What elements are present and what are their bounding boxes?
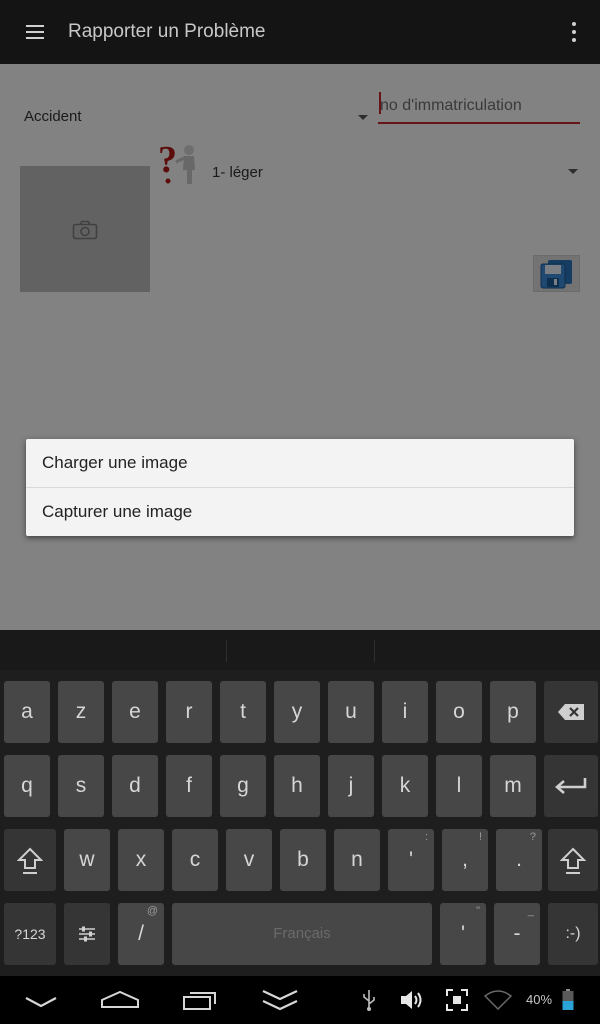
key-k[interactable]: k (382, 755, 428, 817)
key-g[interactable]: g (220, 755, 266, 817)
wifi-icon (484, 990, 512, 1010)
settings-key[interactable] (64, 903, 110, 965)
page-title: Rapporter un Problème (68, 21, 266, 42)
key-w[interactable]: w (64, 829, 110, 891)
apostrophe-key[interactable]: ' " (440, 903, 486, 965)
key-m[interactable]: m (490, 755, 536, 817)
symbols-key[interactable]: ?123 (4, 903, 56, 965)
collapse-double-chevron-icon[interactable] (261, 988, 299, 1012)
key-f[interactable]: f (166, 755, 212, 817)
recent-apps-icon[interactable] (182, 989, 218, 1011)
volume-icon[interactable] (400, 989, 426, 1011)
key-q[interactable]: q (4, 755, 50, 817)
load-image-option[interactable]: Charger une image (26, 439, 574, 487)
key-sub-label: ? (529, 831, 536, 843)
system-navigation-bar: 40% (0, 976, 600, 1024)
enter-icon (555, 778, 587, 794)
key-apostrophe-row3[interactable]: ' : (388, 829, 434, 891)
key-label: - (513, 922, 521, 945)
hide-keyboard-icon[interactable] (24, 995, 58, 1009)
key-label: ' (460, 922, 465, 945)
key-sub-label: : (424, 831, 428, 843)
hamburger-menu-icon[interactable] (18, 20, 54, 44)
key-sub-label: @ (146, 905, 158, 917)
key-t[interactable]: t (220, 681, 266, 743)
smiley-key[interactable]: :-) (548, 903, 598, 965)
shift-key-right[interactable] (548, 829, 598, 891)
key-comma[interactable]: , ! (442, 829, 488, 891)
suggestion-strip (0, 630, 600, 670)
sliders-icon (79, 926, 95, 942)
key-d[interactable]: d (112, 755, 158, 817)
dash-key[interactable]: - _ (494, 903, 540, 965)
key-e[interactable]: e (112, 681, 158, 743)
key-y[interactable]: y (274, 681, 320, 743)
slash-key[interactable]: / @ (118, 903, 164, 965)
overflow-menu-icon[interactable] (562, 20, 586, 44)
key-period[interactable]: . ? (496, 829, 542, 891)
image-source-dialog: Charger une image Capturer une image (26, 439, 574, 536)
shift-key-left[interactable] (4, 829, 56, 891)
key-c[interactable]: c (172, 829, 218, 891)
shift-icon (17, 847, 43, 874)
key-label: ' (408, 848, 413, 871)
key-v[interactable]: v (226, 829, 272, 891)
key-z[interactable]: z (58, 681, 104, 743)
key-l[interactable]: l (436, 755, 482, 817)
key-sub-label: " (476, 905, 480, 917)
backspace-icon (558, 704, 584, 720)
home-icon[interactable] (100, 990, 140, 1008)
space-bar[interactable]: Français (172, 903, 432, 965)
battery-percentage: 40% (526, 992, 553, 1007)
key-a[interactable]: a (4, 681, 50, 743)
usb-icon (363, 990, 375, 1011)
key-h[interactable]: h (274, 755, 320, 817)
capture-image-option[interactable]: Capturer une image (26, 488, 574, 536)
key-s[interactable]: s (58, 755, 104, 817)
app-bar: Rapporter un Problème (0, 0, 600, 64)
key-n[interactable]: n (334, 829, 380, 891)
screenshot-icon[interactable] (446, 989, 468, 1011)
backspace-key[interactable] (544, 681, 598, 743)
key-j[interactable]: j (328, 755, 374, 817)
key-u[interactable]: u (328, 681, 374, 743)
key-label: , (462, 848, 468, 871)
key-label: . (516, 848, 522, 871)
key-b[interactable]: b (280, 829, 326, 891)
key-label: / (138, 922, 144, 945)
key-x[interactable]: x (118, 829, 164, 891)
key-i[interactable]: i (382, 681, 428, 743)
battery-icon (562, 989, 574, 1010)
shift-icon (560, 847, 586, 874)
key-sub-label: _ (527, 905, 534, 917)
dialog-scrim[interactable] (0, 64, 600, 630)
key-r[interactable]: r (166, 681, 212, 743)
key-sub-label: ! (478, 831, 482, 843)
enter-key[interactable] (544, 755, 598, 817)
key-p[interactable]: p (490, 681, 536, 743)
soft-keyboard: a z e r t y u i o p q s d f g h j k l m … (0, 630, 600, 976)
key-o[interactable]: o (436, 681, 482, 743)
